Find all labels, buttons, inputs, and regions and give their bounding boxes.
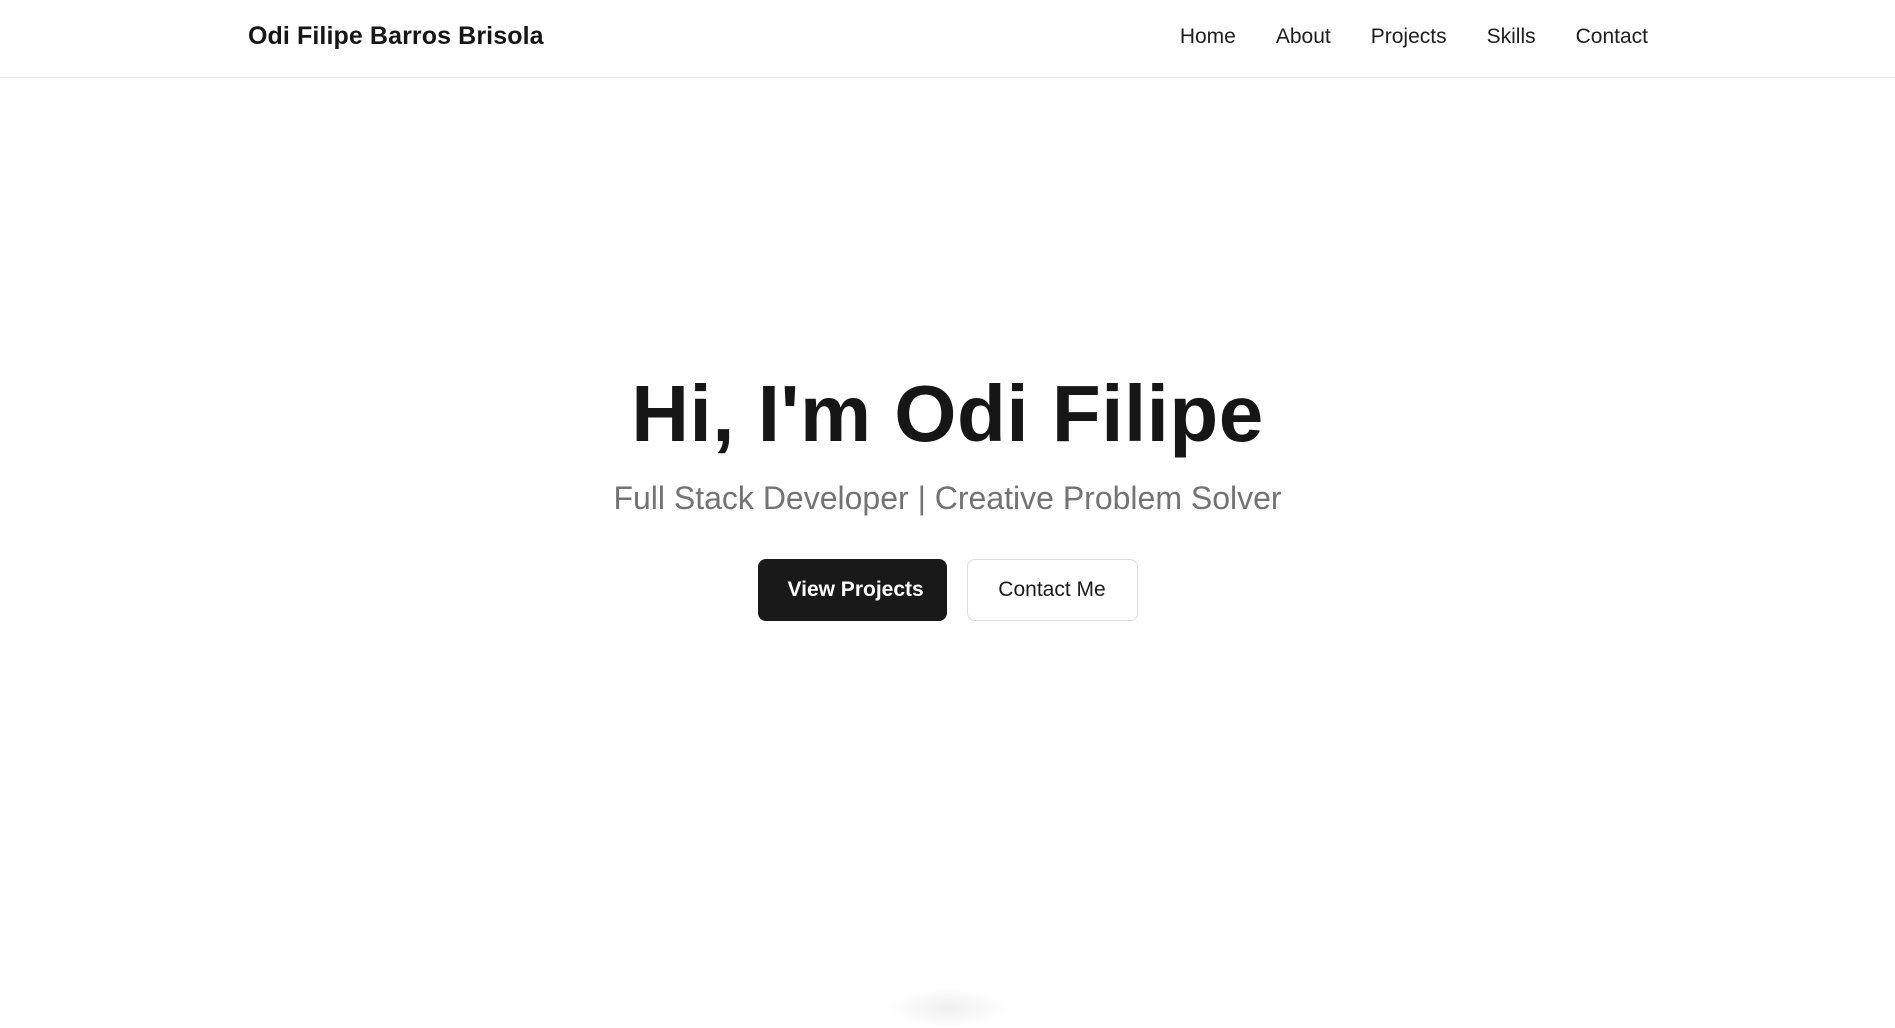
nav-links: Home About Projects Skills Contact <box>1180 25 1648 49</box>
nav-item-contact: Contact <box>1576 25 1648 49</box>
site-brand[interactable]: Odi Filipe Barros Brisola <box>248 22 544 51</box>
hero-section: Hi, I'm Odi Filipe Full Stack Developer … <box>0 78 1895 1006</box>
nav-link-contact[interactable]: Contact <box>1576 25 1648 48</box>
hero-actions: View Projects Contact Me <box>0 559 1895 621</box>
scroll-indicator-glow <box>888 988 1008 1028</box>
nav-item-home: Home <box>1180 25 1236 49</box>
contact-me-button[interactable]: Contact Me <box>966 559 1138 621</box>
nav-item-skills: Skills <box>1487 25 1536 49</box>
nav-link-skills[interactable]: Skills <box>1487 25 1536 48</box>
nav-item-projects: Projects <box>1371 25 1447 49</box>
nav-item-about: About <box>1276 25 1331 49</box>
navbar: Odi Filipe Barros Brisola Home About Pro… <box>0 0 1895 78</box>
view-projects-button[interactable]: View Projects <box>757 559 947 621</box>
nav-link-home[interactable]: Home <box>1180 25 1236 48</box>
hero-subtitle: Full Stack Developer | Creative Problem … <box>613 480 1282 516</box>
nav-link-about[interactable]: About <box>1276 25 1331 48</box>
hero-title: Hi, I'm Odi Filipe <box>631 369 1264 458</box>
nav-link-projects[interactable]: Projects <box>1371 25 1447 48</box>
